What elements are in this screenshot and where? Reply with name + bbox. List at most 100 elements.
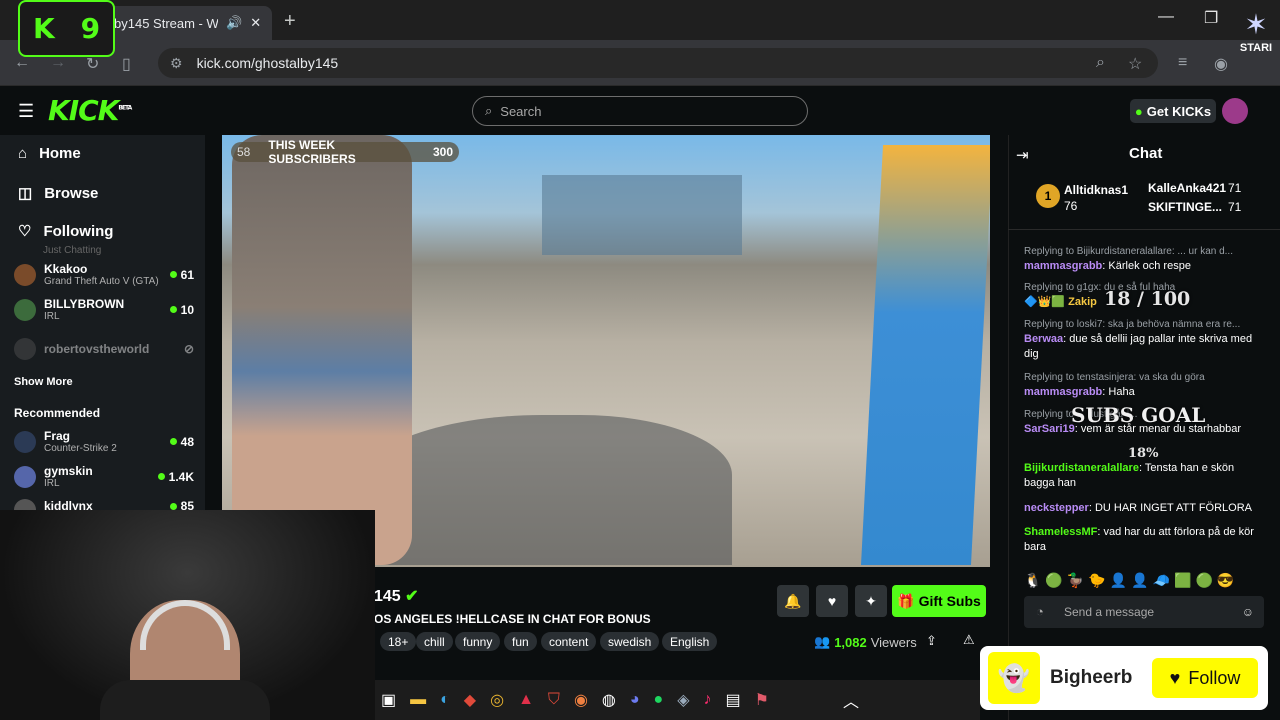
sparkle-button[interactable]: ✦ <box>855 585 887 617</box>
tag[interactable]: swedish <box>600 632 660 651</box>
tray-chevron-icon[interactable]: ︿ <box>843 688 859 712</box>
steam-icon[interactable]: ◈ <box>677 690 689 710</box>
speaker-icon[interactable]: 🔊 <box>226 15 242 31</box>
tag[interactable]: funny <box>455 632 501 651</box>
chat-username[interactable]: SarSari19 <box>1024 423 1075 435</box>
home-icon: ⌂ <box>18 145 28 162</box>
chat-message[interactable]: Replying to tenstasinjera: va ska du gör… <box>1024 370 1260 400</box>
tag[interactable]: 18+ <box>380 632 417 651</box>
tab-close-icon[interactable]: ✕ <box>250 15 261 31</box>
chrome-icon[interactable]: ◎ <box>490 690 504 710</box>
tag[interactable]: fun <box>504 632 537 651</box>
user-avatar[interactable] <box>1222 98 1248 124</box>
app-icon[interactable]: ⚑ <box>755 690 769 710</box>
emoji-icon[interactable]: ☺ <box>1242 605 1254 619</box>
leaderboard-first-name[interactable]: Alltidknas1 <box>1064 183 1128 197</box>
site-info-icon[interactable]: ⚙ <box>170 55 183 72</box>
notification-button[interactable]: 🔔 <box>777 585 809 617</box>
search-input[interactable]: ⌕ Search <box>472 96 808 126</box>
epic-icon[interactable]: ▤ <box>726 690 741 710</box>
emote-row[interactable]: 🐧🟢🦆🐤👤👤🧢🟩🟢😎 <box>1024 572 1264 589</box>
reload-icon[interactable]: ↻ <box>86 54 99 74</box>
subscribers-progress-bar: 58 THIS WEEK SUBSCRIBERS 300 <box>231 138 459 166</box>
edge-icon[interactable]: ◐ <box>440 691 450 709</box>
reply-context: Replying to Bijikurdistaneralallare: ...… <box>1024 246 1233 257</box>
browser-tab[interactable]: by145 Stream - Wat 🔊 ✕ <box>100 6 272 40</box>
bookmark-star-icon[interactable]: ☆ <box>1128 54 1142 74</box>
nav-following-label: Following <box>43 222 114 240</box>
bell-icon: 🔔 <box>784 592 802 609</box>
new-tab-button[interactable]: + <box>284 10 296 33</box>
chat-input[interactable]: Send a message ☺ <box>1024 596 1264 628</box>
taskview-icon[interactable]: ▣ <box>381 690 396 710</box>
sidepanel-icon[interactable]: ▯ <box>122 54 131 74</box>
nav-browse[interactable]: ◫ Browse <box>18 184 98 203</box>
app-icon[interactable]: ◉ <box>574 690 588 710</box>
chat-username[interactable]: ShamelessMF <box>1024 526 1097 538</box>
chat-username[interactable]: Bijikurdistaneralallare <box>1024 462 1139 474</box>
sidebar-channel[interactable]: Frag Counter-Strike 2 48 <box>14 429 194 454</box>
shield-icon[interactable]: ⛉ <box>548 691 560 709</box>
sparkle-icon: ✦ <box>865 592 877 609</box>
chat-username[interactable]: Zakip <box>1068 296 1097 308</box>
app-icon[interactable]: ▲ <box>518 691 534 709</box>
get-kicks-button[interactable]: ● Get KICKs <box>1130 99 1216 123</box>
avatar <box>14 499 36 510</box>
viewer-count: 61 <box>169 268 194 282</box>
profile-icon[interactable]: ◉ <box>1214 54 1228 74</box>
chat-username[interactable]: neckstepper <box>1024 502 1089 514</box>
chat-username[interactable]: mammasgrabb <box>1024 386 1102 398</box>
avatar <box>14 338 36 360</box>
gift-subs-label: Gift Subs <box>918 593 981 609</box>
follow-button[interactable]: ♥ Follow <box>1152 658 1258 698</box>
viewer-count: 1.4K <box>157 470 194 484</box>
chat-text: DU HAR INGET ATT FÖRLORA <box>1094 502 1253 514</box>
chat-message[interactable]: Replying to Bijikurdistaneralallare: ...… <box>1024 244 1260 274</box>
minimize-button[interactable]: — <box>1158 8 1174 26</box>
maximize-button[interactable]: ❐ <box>1204 8 1218 28</box>
follow-heart-button[interactable]: ♥ <box>816 585 848 617</box>
tiktok-icon[interactable]: ♪ <box>704 691 712 709</box>
url-bar[interactable]: ⚙ kick.com/ghostalby145 <box>158 48 1158 78</box>
tag[interactable]: content <box>541 632 597 651</box>
sidebar-channel[interactable]: robertovstheworld ⊘ <box>14 338 194 360</box>
app-icon[interactable]: ◆ <box>464 690 476 710</box>
reply-context: Replying to tenstasinjera: va ska du gör… <box>1024 372 1205 383</box>
share-icon[interactable]: ⇪ <box>926 633 937 649</box>
tag[interactable]: chill <box>416 632 453 651</box>
folder-icon[interactable]: ▬ <box>410 691 426 709</box>
sidebar-channel[interactable]: Kkakoo Grand Theft Auto V (GTA) 61 <box>14 262 194 287</box>
subs-bar-current: 58 <box>237 145 251 159</box>
sidebar-channel[interactable]: kiddlynx 85 <box>14 499 194 510</box>
chat-message[interactable]: Replying to loski7: ska ja behöva nämna … <box>1024 317 1260 362</box>
leaderboard-third-name[interactable]: SKIFTINGE... <box>1148 200 1222 214</box>
show-more-link[interactable]: Show More <box>14 376 73 388</box>
collapse-chat-icon[interactable]: ⇥ <box>1016 146 1029 164</box>
kick-logo[interactable]: KICKBETA <box>48 94 132 127</box>
chat-input-placeholder: Send a message <box>1064 605 1155 619</box>
menu-icon[interactable]: ☰ <box>18 101 34 122</box>
chat-username[interactable]: Berwaa <box>1024 333 1063 345</box>
nav-home[interactable]: ⌂ Home <box>18 145 81 162</box>
sidebar-channel[interactable]: gymskin IRL 1.4K <box>14 464 194 489</box>
media-icon[interactable]: ≡ <box>1178 54 1187 72</box>
streamer-name[interactable]: 145 ✔ <box>374 586 419 606</box>
chat-message[interactable]: ShamelessMF: vad har du att förlora på d… <box>1024 525 1260 555</box>
sidebar-channel[interactable]: BILLYBROWN IRL 10 <box>14 297 194 322</box>
obs-icon[interactable]: ◍ <box>602 690 616 710</box>
report-icon[interactable]: ⚠ <box>963 632 975 648</box>
spotify-icon[interactable]: ● <box>654 691 664 709</box>
discord-icon[interactable]: ◕ <box>630 691 640 709</box>
chat-username[interactable]: mammasgrabb <box>1024 260 1102 272</box>
viewer-count-value: 1,082 <box>834 634 867 650</box>
gift-subs-button[interactable]: 🎁 Gift Subs <box>892 585 986 617</box>
chat-message[interactable]: Bijikurdistaneralallare: Tensta han e sk… <box>1024 461 1260 491</box>
tag[interactable]: English <box>662 632 718 651</box>
video-player[interactable] <box>222 135 990 567</box>
nav-following[interactable]: ♡ Following <box>18 222 114 241</box>
chat-message[interactable]: neckstepper: DU HAR INGET ATT FÖRLORA <box>1024 501 1260 516</box>
heart-icon: ♥ <box>827 593 837 609</box>
video-scene-sign <box>860 145 990 565</box>
leaderboard-second-name[interactable]: KalleAnka421 <box>1148 181 1226 195</box>
zoom-icon[interactable]: ⌕ <box>1096 54 1105 72</box>
